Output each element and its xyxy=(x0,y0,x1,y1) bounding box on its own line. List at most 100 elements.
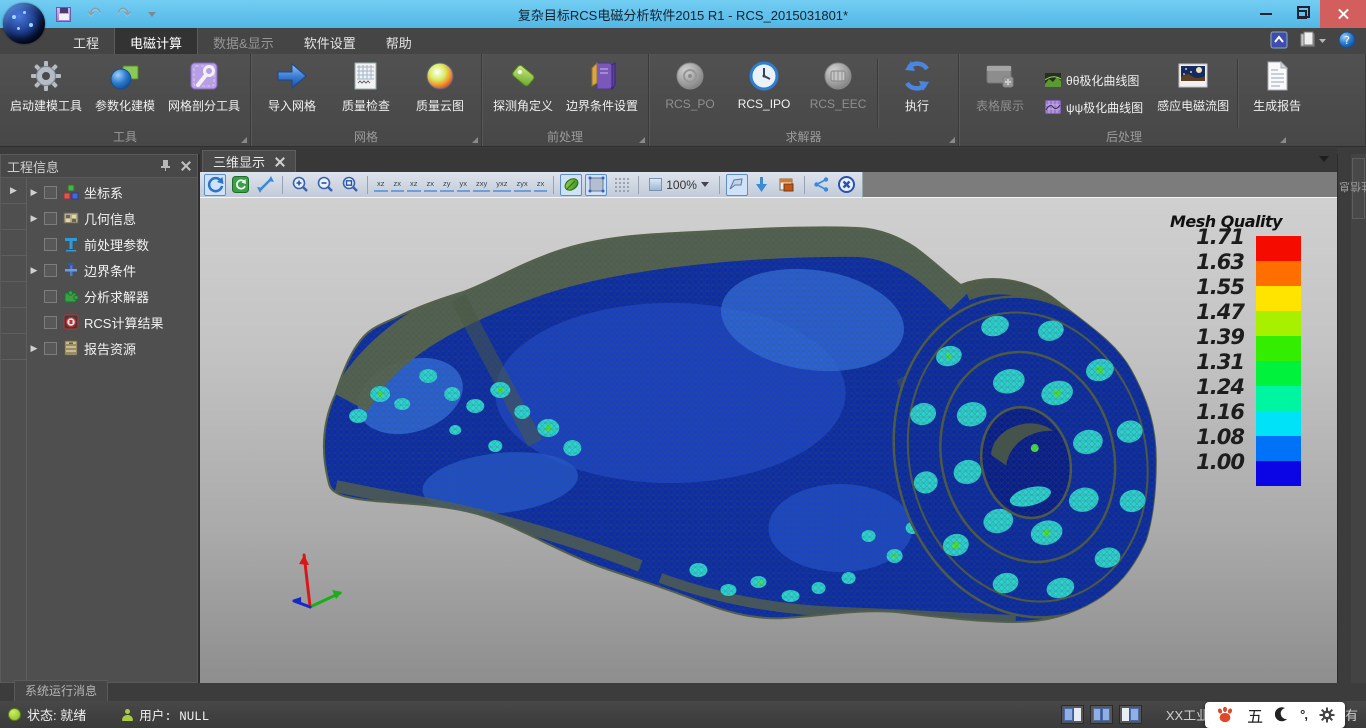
zoom-dropdown-icon[interactable] xyxy=(701,182,709,187)
expand-icon[interactable]: ▶ xyxy=(29,187,39,198)
checkbox[interactable] xyxy=(44,238,57,251)
pin-icon[interactable] xyxy=(160,159,171,174)
checkbox[interactable] xyxy=(44,212,57,225)
gutter-expander[interactable]: ▶ xyxy=(1,178,26,204)
collapse-ribbon-icon[interactable] xyxy=(1270,31,1288,49)
tree-item-preprocess-params[interactable]: 前处理参数 xyxy=(27,231,197,257)
psi-polarization-curve-button[interactable]: ψψ极化曲线图 xyxy=(1045,99,1143,116)
view-orientation-button[interactable]: zx xyxy=(391,178,405,192)
tree-item-analysis-solver[interactable]: 分析求解器 xyxy=(27,283,197,309)
tab-list-dropdown-icon[interactable] xyxy=(1319,156,1329,162)
quality-check-button[interactable]: 质量检查 xyxy=(329,57,403,130)
view-orientation-button[interactable]: yx xyxy=(457,178,471,192)
execute-button[interactable]: 执行 xyxy=(880,57,954,130)
group-expand-icon[interactable] xyxy=(639,137,645,143)
property-info-tab[interactable]: 属性信息 xyxy=(1352,158,1365,219)
ime-mode-char[interactable]: 五 xyxy=(1247,703,1263,727)
tree-item-coordinate-system[interactable]: ▶ 坐标系 xyxy=(27,179,197,205)
restore-button[interactable] xyxy=(1284,0,1320,28)
checkbox[interactable] xyxy=(44,316,57,329)
parametric-modeling-button[interactable]: 参数化建模 xyxy=(88,57,162,130)
induced-current-map-button[interactable]: 感应电磁流图 xyxy=(1151,57,1235,130)
tree-item-geometry-info[interactable]: ▶ 几何信息 xyxy=(27,205,197,231)
view-orientation-button[interactable]: zyx xyxy=(514,178,531,192)
minimize-button[interactable] xyxy=(1248,0,1284,28)
layout-right-button[interactable] xyxy=(1119,705,1142,724)
layout-left-button[interactable] xyxy=(1061,705,1084,724)
select-region-icon[interactable] xyxy=(726,174,748,196)
ime-logo-paw-icon[interactable] xyxy=(1215,706,1235,724)
checkbox[interactable] xyxy=(44,264,57,277)
tree-item-boundary-conditions[interactable]: ▶ 边界条件 xyxy=(27,257,197,283)
tab-data-display[interactable]: 数据&显示 xyxy=(198,28,289,54)
help-icon[interactable]: ? xyxy=(1338,31,1356,49)
system-messages-tab[interactable]: 系统运行消息 xyxy=(14,680,108,701)
launch-modeling-tool-button[interactable]: 启动建模工具 xyxy=(4,57,88,130)
pan-arrow-icon[interactable] xyxy=(254,174,276,196)
mesh-partition-tool-button[interactable]: 网格剖分工具 xyxy=(162,57,246,130)
tab-project[interactable]: 工程 xyxy=(58,28,114,54)
po-sphere-icon xyxy=(673,59,707,93)
generate-report-button[interactable]: 生成报告 xyxy=(1240,57,1314,130)
checkbox[interactable] xyxy=(44,186,57,199)
tab-3d-display[interactable]: 三维显示 xyxy=(202,150,296,172)
expand-icon[interactable]: ▶ xyxy=(29,213,39,224)
view-orientation-button[interactable]: xz xyxy=(407,178,421,192)
group-expand-icon[interactable] xyxy=(472,137,478,143)
view-orientation-button[interactable]: zy xyxy=(440,178,454,192)
rotate-view-icon[interactable] xyxy=(204,174,226,196)
legend-value: 1.31 xyxy=(1196,350,1244,374)
tree-item-rcs-results[interactable]: RCS计算结果 xyxy=(27,309,197,335)
share-icon[interactable] xyxy=(811,174,833,196)
group-expand-icon[interactable] xyxy=(1280,137,1286,143)
expand-icon[interactable]: ▶ xyxy=(29,343,39,354)
boundary-condition-settings-button[interactable]: 边界条件设置 xyxy=(560,57,644,130)
zoom-out-icon[interactable] xyxy=(314,174,336,196)
view-orientation-button[interactable]: zxy xyxy=(473,178,490,192)
layout-split-button[interactable] xyxy=(1090,705,1113,724)
checkbox[interactable] xyxy=(44,342,57,355)
tree-item-report-resources[interactable]: ▶ 报告资源 xyxy=(27,335,197,361)
button-label: 执行 xyxy=(905,97,929,114)
tab-em-compute[interactable]: 电磁计算 xyxy=(114,28,198,54)
zoom-percent-control[interactable]: 100% xyxy=(645,178,713,192)
zoom-in-icon[interactable] xyxy=(289,174,311,196)
results-strip[interactable]: 查看结果(双击展开) xyxy=(1337,154,1351,683)
tab-help[interactable]: 帮助 xyxy=(371,28,427,54)
rcs-ipo-button[interactable]: RCS_IPO xyxy=(727,57,801,130)
close-panel-icon[interactable] xyxy=(181,161,191,171)
device-dropdown-icon[interactable] xyxy=(1300,31,1326,49)
ime-punctuation[interactable]: °, xyxy=(1300,707,1307,722)
ime-toolbar[interactable]: 五 °, xyxy=(1205,702,1345,728)
table-display-button[interactable]: 表格展示 xyxy=(963,57,1037,130)
group-expand-icon[interactable] xyxy=(241,137,247,143)
surface-view-icon[interactable] xyxy=(585,174,607,196)
ime-settings-gear-icon[interactable] xyxy=(1319,707,1335,723)
ime-moon-icon[interactable] xyxy=(1275,707,1288,722)
expand-icon[interactable]: ▶ xyxy=(29,265,39,276)
view-orientation-button[interactable]: yxz xyxy=(493,178,510,192)
capture-window-icon[interactable] xyxy=(776,174,798,196)
theta-polarization-curve-button[interactable]: θθ极化曲线图 xyxy=(1045,72,1143,89)
shaded-view-icon[interactable] xyxy=(560,174,582,196)
app-logo-icon[interactable] xyxy=(3,3,45,44)
3d-viewport-canvas[interactable]: Mesh Quality 1.71 1.63 1.55 1.47 1.39 1.… xyxy=(200,198,1337,683)
quality-cloudmap-button[interactable]: 质量云图 xyxy=(403,57,477,130)
rcs-po-button[interactable]: RCS_PO xyxy=(653,57,727,130)
close-button[interactable] xyxy=(1320,0,1366,28)
tab-settings[interactable]: 软件设置 xyxy=(289,28,371,54)
view-orientation-button[interactable]: zx xyxy=(534,178,548,192)
rcs-eec-button[interactable]: RCS_EEC xyxy=(801,57,875,130)
cancel-icon[interactable] xyxy=(836,174,858,196)
group-expand-icon[interactable] xyxy=(949,137,955,143)
close-tab-icon[interactable] xyxy=(275,157,285,167)
import-mesh-button[interactable]: 导入网格 xyxy=(255,57,329,130)
refresh-view-icon[interactable] xyxy=(229,174,251,196)
probe-angle-button[interactable]: 探测角定义 xyxy=(486,57,560,130)
view-orientation-button[interactable]: zx xyxy=(424,178,438,192)
wireframe-view-icon[interactable] xyxy=(610,174,632,196)
zoom-extents-icon[interactable] xyxy=(339,174,361,196)
view-orientation-button[interactable]: xz xyxy=(374,178,388,192)
checkbox[interactable] xyxy=(44,290,57,303)
down-arrow-icon[interactable] xyxy=(751,174,773,196)
